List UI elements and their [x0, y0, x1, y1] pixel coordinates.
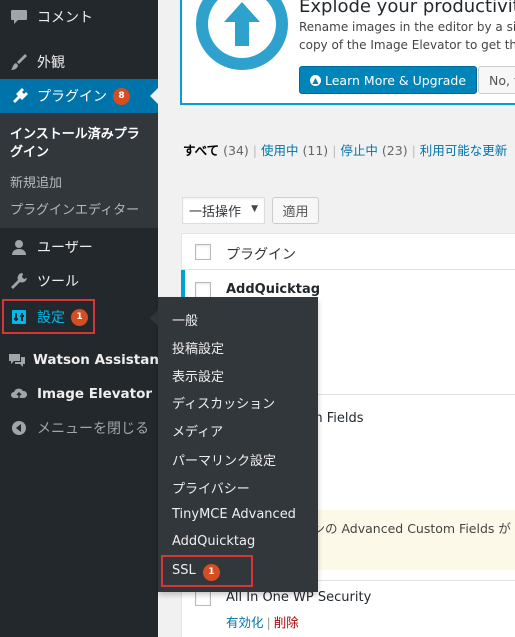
row-checkbox-all-in-one-wp-security[interactable]	[195, 590, 211, 606]
flyout-permalinks[interactable]: パーマリンク設定	[172, 450, 276, 469]
menu-comments[interactable]: コメント	[0, 0, 158, 34]
promo-title: Explode your productivity w	[299, 0, 515, 17]
flyout-tinymce-advanced[interactable]: TinyMCE Advanced	[172, 507, 296, 522]
settings-highlight-box	[2, 299, 95, 334]
submenu-installed-line2: グイン	[10, 145, 50, 160]
collapse-icon	[8, 418, 30, 438]
menu-image-elevator-label: Image Elevator	[37, 386, 153, 402]
menu-collapse-label: メニューを閉じる	[37, 421, 149, 437]
bulk-action-label: 一括操作	[189, 205, 242, 220]
menu-watson-label: Watson Assistant	[33, 352, 166, 368]
filter-update-available[interactable]: 利用可能な更新	[420, 143, 508, 158]
filter-inactive[interactable]: 停止中	[340, 143, 378, 158]
chevron-down-icon: ▼	[251, 204, 258, 214]
select-all-checkbox[interactable]	[195, 244, 211, 260]
filter-active-count: (11)	[302, 143, 329, 158]
filter-all-count: (34)	[223, 143, 249, 158]
filter-inactive-count: (23)	[381, 143, 408, 158]
column-plugin-header: プラグイン	[226, 247, 296, 263]
flyout-reading[interactable]: 表示設定	[172, 366, 224, 385]
submenu-add-new[interactable]: 新規追加	[10, 172, 62, 191]
bulk-action-select[interactable]: 一括操作 ▼	[182, 197, 265, 224]
plugin-status-filters: すべて (34) | 使用中 (11) | 停止中 (23) | 利用可能な更新	[183, 143, 508, 158]
active-menu-arrow	[150, 88, 158, 104]
menu-plugins[interactable]: プラグイン 8	[0, 79, 158, 113]
menu-comments-label: コメント	[37, 10, 93, 26]
flyout-writing[interactable]: 投稿設定	[172, 338, 224, 357]
upgrade-label: Learn More & Upgrade	[325, 72, 467, 88]
menu-users-label: ユーザー	[37, 240, 93, 256]
table-header: プラグイン	[182, 234, 515, 270]
ssl-highlight-box	[161, 555, 253, 587]
no-thanks-button[interactable]: No, t	[478, 66, 515, 94]
arrow-up-circle-icon: ▲	[310, 74, 321, 86]
promo-line1: Rename images in the editor by a sing	[299, 20, 515, 34]
plugin-name-addquicktag: AddQuicktag	[226, 282, 321, 297]
submenu-installed-line1: インストール済みプラ	[10, 127, 140, 142]
menu-users[interactable]: ユーザー	[0, 230, 158, 264]
promo-text: Rename images in the editor by a sing co…	[299, 18, 515, 54]
flyout-addquicktag[interactable]: AddQuicktag	[172, 534, 255, 549]
user-icon	[8, 237, 30, 257]
flyout-arrow	[150, 310, 158, 326]
comment-icon	[8, 7, 30, 27]
row-checkbox-addquicktag[interactable]	[195, 282, 211, 298]
submenu-plugin-editor[interactable]: プラグインエディター	[10, 199, 139, 218]
flyout-media[interactable]: メディア	[172, 421, 223, 440]
submenu-installed-plugins[interactable]: インストール済みプラ グイン	[10, 126, 140, 162]
menu-collapse[interactable]: メニューを閉じる	[0, 411, 158, 445]
chat-icon	[8, 350, 26, 370]
plugins-update-badge: 8	[113, 87, 130, 105]
menu-tools[interactable]: ツール	[0, 264, 158, 298]
flyout-privacy[interactable]: プライバシー	[172, 478, 250, 497]
plugin-name-all-in-one-wp-security: All In One WP Security	[226, 590, 372, 605]
plugins-submenu: インストール済みプラ グイン 新規追加 プラグインエディター	[0, 113, 158, 228]
menu-watson-assistant[interactable]: Watson Assistant	[0, 343, 165, 377]
menu-tools-label: ツール	[37, 274, 79, 290]
notice-line1: ョンの Advanced Custom Fields が	[300, 521, 511, 536]
menu-appearance-label: 外観	[37, 55, 65, 71]
menu-image-elevator[interactable]: Image Elevator	[0, 377, 158, 411]
promo-line2: copy of the Image Elevator to get thes	[299, 38, 515, 52]
settings-flyout-menu: 一般 投稿設定 表示設定 ディスカッション メディア パーマリンク設定 プライバ…	[158, 297, 318, 592]
promo-banner: Explode your productivity w Rename image…	[180, 0, 515, 105]
learn-more-upgrade-button[interactable]: ▲ Learn More & Upgrade	[299, 66, 478, 94]
filter-active[interactable]: 使用中	[261, 143, 299, 158]
filter-all[interactable]: すべて	[183, 143, 219, 158]
flyout-general[interactable]: 一般	[172, 310, 198, 329]
menu-plugins-label: プラグイン	[37, 89, 107, 105]
row-actions: 有効化 | 削除	[226, 615, 299, 630]
menu-appearance[interactable]: 外観	[0, 45, 158, 79]
plugin-icon	[8, 86, 30, 106]
apply-button[interactable]: 適用	[272, 197, 319, 224]
paintbrush-icon	[8, 52, 30, 72]
wrench-icon	[8, 271, 30, 291]
upload-arrow-icon	[196, 0, 288, 70]
cloud-icon	[8, 384, 30, 404]
flyout-discussion[interactable]: ディスカッション	[172, 393, 275, 412]
activate-link[interactable]: 有効化	[226, 615, 264, 630]
delete-link[interactable]: 削除	[274, 615, 299, 630]
